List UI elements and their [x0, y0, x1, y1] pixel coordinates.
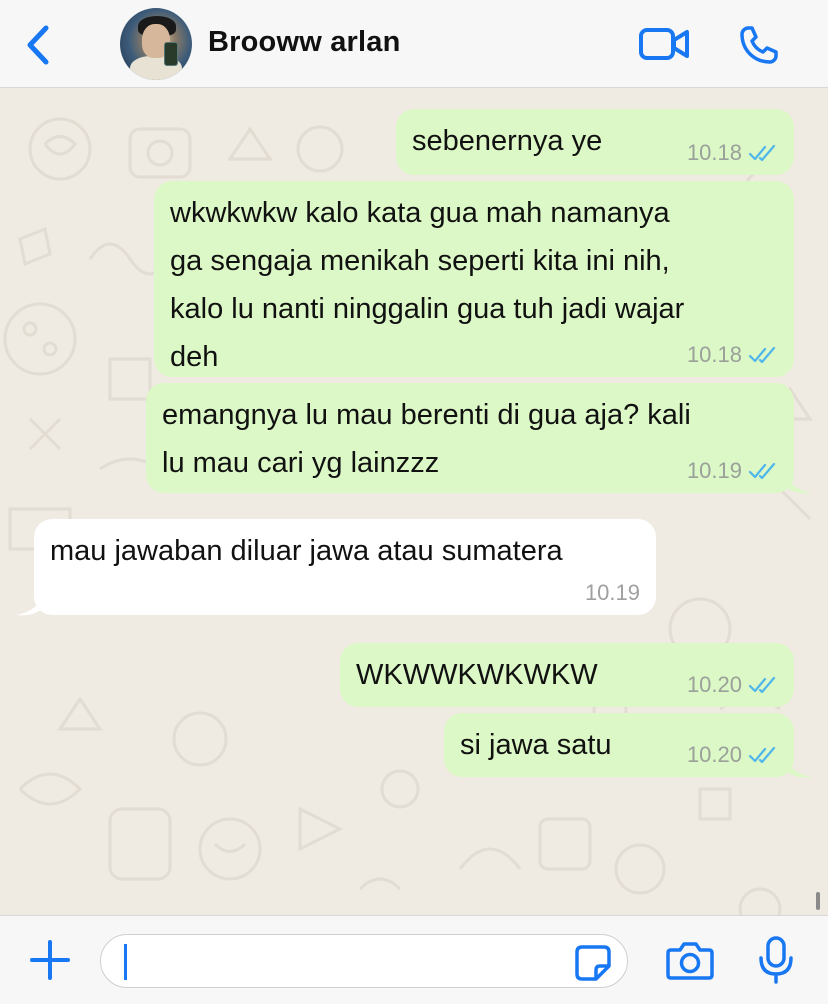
bubble-tail	[786, 473, 812, 494]
microphone-icon	[759, 936, 793, 984]
message-meta: 10.20	[687, 743, 778, 767]
message-text: wkwkwkw kalo kata gua mah namanya	[170, 197, 670, 229]
message-time: 10.18	[686, 140, 742, 165]
message-meta: 10.19	[687, 459, 778, 483]
bubble-tail	[16, 595, 42, 616]
message-meta: 10.19	[585, 581, 640, 605]
message-bubble-outgoing[interactable]: si jawa satu 10.20	[444, 713, 794, 777]
camera-icon	[666, 942, 714, 980]
message-bubble-outgoing[interactable]: sebenernya ye 10.18	[396, 109, 794, 175]
message-text: emangnya lu mau berenti di gua aja? kali	[162, 399, 691, 431]
message-text: kalo lu nanti ninggalin gua tuh jadi waj…	[170, 293, 685, 325]
microphone-button[interactable]	[756, 936, 796, 984]
message-bubble-outgoing[interactable]: WKWWKWKWKW 10.20	[340, 643, 794, 707]
message-time: 10.18	[686, 342, 742, 367]
read-ticks-icon	[748, 346, 776, 364]
message-text: mau jawaban diluar jawa atau sumatera	[50, 535, 563, 567]
message-time: 10.19	[686, 458, 742, 483]
text-caret	[124, 944, 127, 980]
message-bubble-incoming[interactable]: mau jawaban diluar jawa atau sumatera 10…	[34, 519, 656, 615]
read-ticks-icon	[748, 746, 776, 764]
message-meta: 10.20	[687, 673, 778, 697]
message-time: 10.20	[686, 672, 742, 697]
message-input[interactable]	[100, 934, 628, 988]
message-bubble-outgoing[interactable]: emangnya lu mau berenti di gua aja? kali…	[146, 383, 794, 493]
video-camera-icon	[639, 28, 689, 60]
message-time: 10.19	[584, 580, 640, 605]
scroll-indicator[interactable]	[816, 892, 820, 910]
back-button[interactable]	[22, 24, 54, 66]
message-meta: 10.18	[687, 141, 778, 165]
bubble-tail	[786, 757, 812, 778]
avatar[interactable]	[120, 8, 192, 80]
message-text: ga sengaja menikah seperti kita ini nih,	[170, 245, 670, 277]
chevron-left-icon	[27, 25, 49, 65]
chat-header: Brooww arlan	[0, 0, 828, 88]
voice-call-button[interactable]	[738, 24, 780, 66]
attach-button[interactable]	[28, 938, 72, 982]
message-bubble-outgoing[interactable]: wkwkwkw kalo kata gua mah namanya ga sen…	[154, 181, 794, 377]
phone-icon	[740, 26, 778, 64]
read-ticks-icon	[748, 144, 776, 162]
composer-bar	[0, 915, 828, 1004]
read-ticks-icon	[748, 462, 776, 480]
contact-name[interactable]: Brooww arlan	[208, 26, 401, 59]
message-text: lu mau cari yg lainzzz	[162, 447, 440, 479]
sticker-button[interactable]	[574, 944, 612, 982]
plus-icon	[30, 940, 70, 980]
read-ticks-icon	[748, 676, 776, 694]
video-call-button[interactable]	[638, 26, 690, 62]
message-time: 10.20	[686, 742, 742, 767]
camera-button[interactable]	[666, 938, 714, 982]
message-meta: 10.18	[687, 343, 778, 367]
message-list[interactable]: sebenernya ye 10.18 wkwkwkw kalo kata gu…	[0, 89, 828, 915]
sticker-icon	[575, 945, 611, 981]
